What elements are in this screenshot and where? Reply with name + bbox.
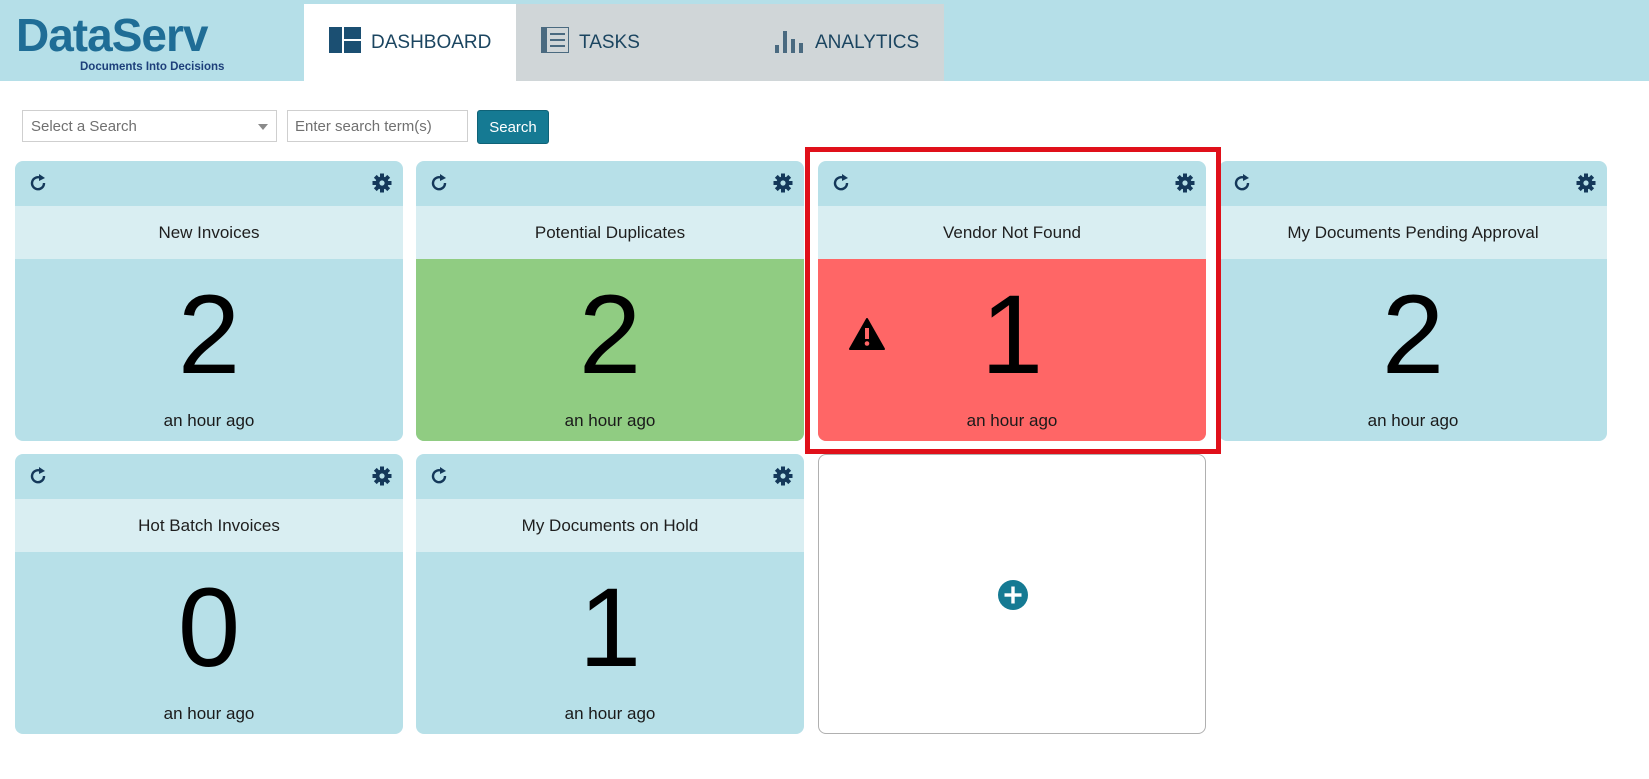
gear-icon[interactable]	[772, 172, 794, 194]
refresh-icon[interactable]	[428, 465, 450, 487]
tab-label-analytics: ANALYTICS	[815, 31, 920, 53]
search-button[interactable]: Search	[477, 110, 549, 144]
saved-search-select[interactable]: Select a Search	[22, 110, 277, 142]
tile-count: 2	[1381, 272, 1445, 397]
tile-hot-batch-invoices[interactable]: Hot Batch Invoices 0 an hour ago	[15, 454, 403, 734]
tile-body: 2 an hour ago	[416, 259, 804, 441]
chevron-down-icon	[258, 124, 268, 130]
tile-count: 1	[578, 565, 642, 690]
tab-label-tasks: TASKS	[579, 31, 640, 53]
tile-body: 0 an hour ago	[15, 552, 403, 734]
logo-text: DataServ	[16, 9, 208, 61]
tab-analytics[interactable]: ANALYTICS	[725, 4, 944, 81]
tile-timestamp: an hour ago	[966, 411, 1058, 430]
gear-icon[interactable]	[371, 172, 393, 194]
app-header: DataServ Documents Into Decisions DASHBO…	[0, 0, 1649, 81]
tab-dashboard[interactable]: DASHBOARD	[304, 4, 516, 81]
tile-count: 2	[578, 272, 642, 397]
tile-title: My Documents Pending Approval	[1219, 206, 1607, 259]
tile-vendor-not-found[interactable]: Vendor Not Found 1 an hour ago	[818, 161, 1206, 441]
add-tile-card[interactable]	[818, 454, 1206, 734]
dashboard-icon	[329, 26, 361, 59]
list-icon	[540, 25, 570, 59]
tile-timestamp: an hour ago	[1367, 411, 1459, 430]
refresh-icon[interactable]	[428, 172, 450, 194]
tile-title: Hot Batch Invoices	[15, 499, 403, 552]
tile-my-documents-pending-approval[interactable]: My Documents Pending Approval 2 an hour …	[1219, 161, 1607, 441]
search-input[interactable]	[287, 110, 468, 142]
tile-toolbar	[416, 454, 804, 499]
refresh-icon[interactable]	[1231, 172, 1253, 194]
tile-title: New Invoices	[15, 206, 403, 259]
tile-title: My Documents on Hold	[416, 499, 804, 552]
tile-timestamp: an hour ago	[564, 411, 656, 430]
gear-icon[interactable]	[772, 465, 794, 487]
tile-count: 1	[980, 272, 1044, 397]
tile-toolbar	[416, 161, 804, 206]
gear-icon[interactable]	[371, 465, 393, 487]
tile-my-documents-on-hold[interactable]: My Documents on Hold 1 an hour ago	[416, 454, 804, 734]
tab-label-dashboard: DASHBOARD	[371, 31, 492, 53]
tile-toolbar	[818, 161, 1206, 206]
gear-icon[interactable]	[1174, 172, 1196, 194]
refresh-icon[interactable]	[27, 465, 49, 487]
tab-tasks[interactable]: TASKS	[516, 4, 725, 81]
refresh-icon[interactable]	[830, 172, 852, 194]
tile-potential-duplicates[interactable]: Potential Duplicates 2 an hour ago	[416, 161, 804, 441]
tile-toolbar	[15, 454, 403, 499]
tile-body: 2 an hour ago	[1219, 259, 1607, 441]
refresh-icon[interactable]	[27, 172, 49, 194]
tile-body: 1 an hour ago	[416, 552, 804, 734]
tile-count: 0	[177, 565, 241, 690]
logo-tagline: Documents Into Decisions	[80, 61, 225, 73]
tile-toolbar	[15, 161, 403, 206]
tile-body: 2 an hour ago	[15, 259, 403, 441]
main-tabs: DASHBOARD TASKS ANALYTICS	[304, 4, 944, 81]
tile-timestamp: an hour ago	[163, 704, 255, 723]
tile-title: Potential Duplicates	[416, 206, 804, 259]
tile-body: 1 an hour ago	[818, 259, 1206, 441]
tile-new-invoices[interactable]: New Invoices 2 an hour ago	[15, 161, 403, 441]
tile-title: Vendor Not Found	[818, 206, 1206, 259]
saved-search-placeholder: Select a Search	[31, 118, 137, 135]
bar-chart-icon	[775, 27, 805, 59]
dataserv-logo[interactable]: DataServ Documents Into Decisions	[16, 10, 256, 76]
gear-icon[interactable]	[1575, 172, 1597, 194]
tile-timestamp: an hour ago	[564, 704, 656, 723]
tile-timestamp: an hour ago	[163, 411, 255, 430]
tile-toolbar	[1219, 161, 1607, 206]
tile-count: 2	[177, 272, 241, 397]
plus-circle-icon[interactable]	[997, 579, 1029, 611]
